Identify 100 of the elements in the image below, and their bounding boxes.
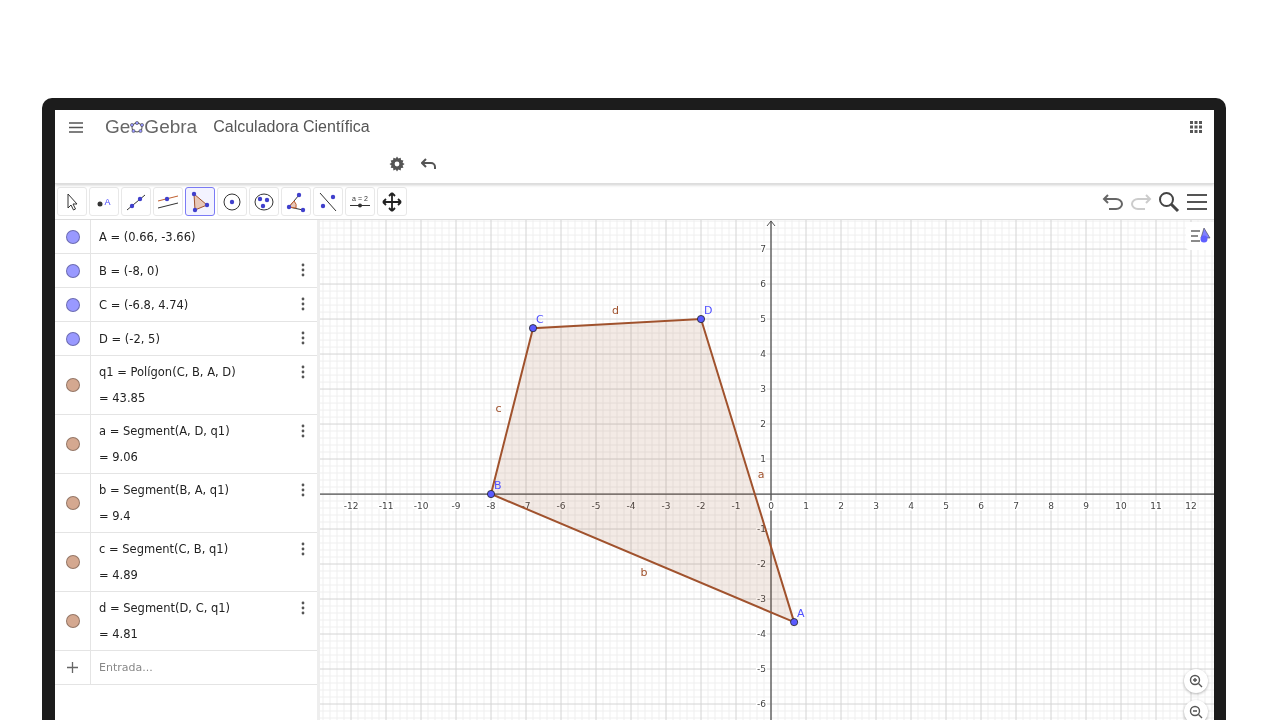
x-tick-label: 7	[1013, 501, 1019, 512]
menu-icon[interactable]	[1186, 192, 1208, 211]
point-marker[interactable]	[697, 315, 705, 324]
visibility-dot[interactable]	[65, 555, 80, 569]
polygon-tool-icon	[189, 190, 211, 213]
style-bar-icon	[1189, 227, 1211, 245]
undo-button[interactable]	[1102, 192, 1124, 211]
x-tick-label: -8	[486, 501, 496, 512]
more-icon[interactable]	[301, 331, 305, 345]
algebra-value: = 4.89	[99, 568, 138, 582]
y-tick-label: -6	[757, 699, 766, 709]
algebra-definition: D = (-2, 5)	[99, 331, 160, 346]
segment-label: b	[640, 566, 648, 579]
redo-icon	[1130, 192, 1152, 211]
undo-icon[interactable]	[421, 157, 437, 170]
tool-button[interactable]: A	[89, 187, 119, 216]
logo-icon	[130, 120, 145, 134]
circle-tool-icon	[221, 190, 243, 213]
x-tick-label: -1	[731, 501, 741, 512]
y-tick-label: -1	[757, 524, 766, 534]
visibility-dot[interactable]	[65, 378, 80, 392]
style-bar-toggle[interactable]	[1186, 222, 1214, 250]
segment-label: c	[495, 401, 502, 415]
algebra-value: = 4.81	[99, 627, 138, 641]
y-tick-label: 2	[760, 419, 766, 430]
algebra-definition: B = (-8, 0)	[99, 263, 159, 278]
algebra-definition: c = Segment(C, B, q1)	[99, 542, 229, 556]
algebra-definition: d = Segment(D, C, q1)	[99, 601, 231, 615]
y-tick-label: 6	[760, 279, 766, 290]
x-tick-label: 8	[1048, 501, 1054, 512]
more-icon[interactable]	[301, 601, 305, 615]
plus-icon[interactable]	[67, 662, 78, 673]
x-tick-label: 1	[803, 501, 809, 512]
y-tick-label: -4	[757, 629, 766, 639]
x-tick-label: 11	[1150, 501, 1162, 512]
angle-tool-icon	[285, 190, 307, 213]
more-icon[interactable]	[301, 424, 305, 438]
point-marker[interactable]	[790, 618, 799, 627]
zoom-out-button[interactable]	[1184, 700, 1208, 720]
x-tick-label: -12	[343, 501, 359, 512]
y-tick-label: 5	[760, 314, 766, 325]
x-tick-label: 10	[1115, 501, 1127, 512]
visibility-dot[interactable]	[65, 437, 80, 451]
search-icon[interactable]	[1158, 190, 1180, 213]
logo-text: Ge	[105, 116, 131, 138]
y-tick-label: -5	[757, 664, 766, 674]
visibility-dot[interactable]	[65, 229, 80, 244]
point-marker[interactable]	[487, 490, 495, 499]
pan-tool-icon	[381, 190, 403, 213]
x-tick-label: 5	[943, 501, 949, 512]
logo-text: Gebra	[144, 116, 198, 138]
visibility-dot[interactable]	[65, 614, 80, 628]
x-tick-label: -9	[451, 501, 461, 512]
point-label: A	[797, 607, 805, 621]
more-icon[interactable]	[301, 542, 305, 556]
y-tick-label: 1	[760, 454, 766, 465]
algebra-value: = 9.06	[99, 450, 138, 464]
menu-icon[interactable]	[69, 121, 83, 133]
x-tick-label: 12	[1185, 501, 1197, 512]
reflect-tool-icon	[317, 190, 339, 213]
more-icon[interactable]	[301, 483, 305, 497]
x-tick-label: -10	[413, 501, 429, 512]
tool-button[interactable]	[185, 187, 215, 216]
zoom-out-icon	[1189, 705, 1203, 719]
conic-tool-icon	[253, 190, 275, 213]
x-tick-label: -11	[378, 501, 394, 512]
algebra-value: = 9.4	[99, 509, 131, 523]
y-tick-label: -2	[757, 559, 766, 569]
visibility-dot[interactable]	[65, 297, 80, 312]
y-tick-label: 7	[760, 244, 766, 255]
algebra-definition: A = (0.66, -3.66)	[99, 229, 196, 244]
undo-icon	[1102, 192, 1124, 211]
input-field[interactable]: Entrada...	[91, 651, 317, 684]
more-icon[interactable]	[301, 365, 305, 379]
point-label: C	[536, 313, 544, 327]
x-tick-label: -5	[591, 501, 601, 512]
x-tick-label: 0	[768, 501, 774, 512]
settings-icon[interactable]	[389, 155, 405, 172]
x-tick-label: -3	[661, 501, 671, 512]
y-tick-label: -3	[757, 594, 766, 604]
segment-label: d	[612, 303, 619, 317]
y-tick-label: 3	[760, 384, 766, 395]
point-label: D	[704, 304, 713, 318]
visibility-dot[interactable]	[65, 331, 80, 346]
algebra-definition: C = (-6.8, 4.74)	[99, 297, 189, 312]
more-icon[interactable]	[301, 297, 305, 311]
x-tick-label: 6	[978, 501, 984, 512]
more-icon[interactable]	[301, 263, 305, 277]
visibility-dot[interactable]	[65, 496, 80, 510]
visibility-dot[interactable]	[65, 263, 80, 278]
x-tick-label: 4	[908, 501, 914, 512]
apps-grid-icon[interactable]	[1190, 121, 1202, 133]
point-label: B	[494, 479, 502, 493]
algebra-definition: a = Segment(A, D, q1)	[99, 424, 230, 438]
app-title: Calculadora Científica	[213, 118, 370, 136]
point-marker[interactable]	[529, 324, 537, 333]
x-tick-label: -4	[626, 501, 636, 512]
y-tick-label: 4	[760, 349, 766, 360]
x-tick-label: -2	[696, 501, 706, 512]
algebra-definition: b = Segment(B, A, q1)	[99, 483, 229, 497]
